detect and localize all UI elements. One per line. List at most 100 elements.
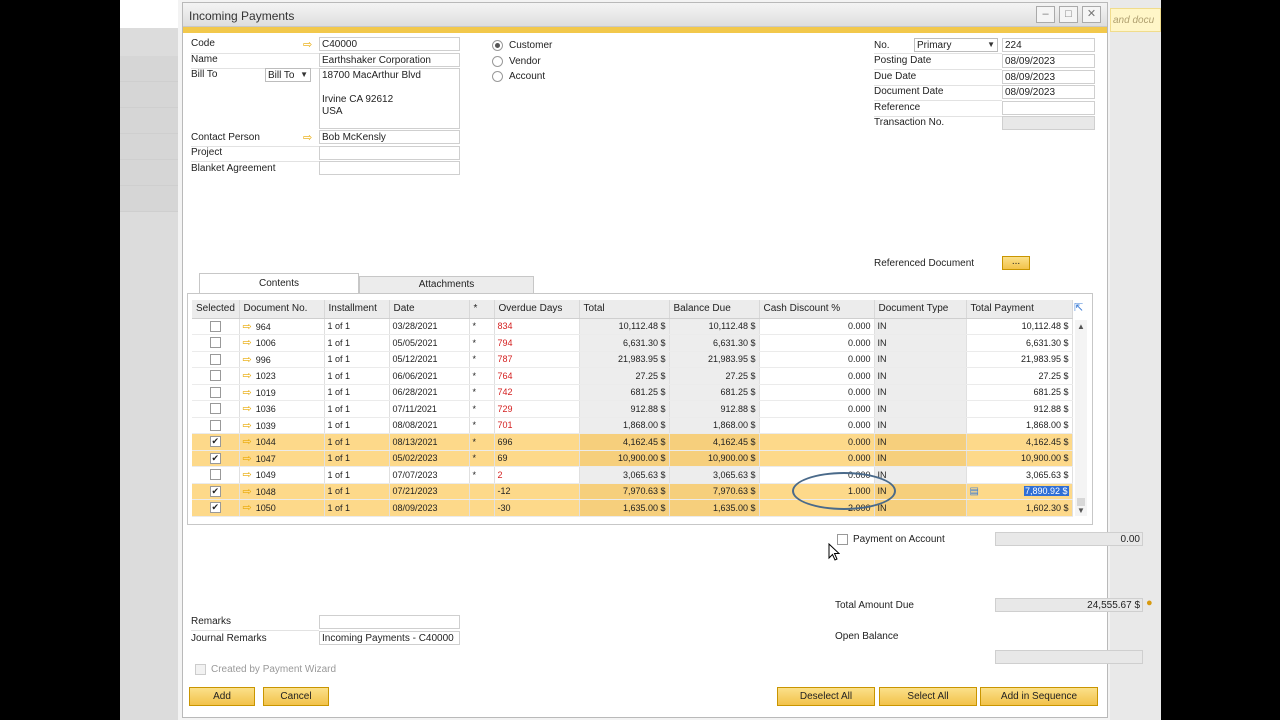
account-radio[interactable] [492,71,503,82]
selected-cell[interactable]: ✔ [192,433,240,451]
document-number-cell[interactable]: ⇨ 1006 [239,334,325,352]
link-arrow-icon[interactable]: ⇨ [243,387,252,399]
table-row[interactable]: ✔ ⇨ 1050 1 of 1 08/09/2023 -30 1,635.00 $1,635… [192,499,1073,517]
posting-date-field[interactable]: 08/09/2023 [1002,54,1095,68]
total-payment-cell[interactable]: 10,900.00 $ [966,450,1073,467]
row-select-checkbox[interactable] [209,469,221,481]
left-panel-item[interactable] [120,134,178,160]
column-header[interactable]: * [469,300,495,319]
document-date-field[interactable]: 08/09/2023 [1002,85,1095,99]
link-arrow-icon[interactable]: ⇨ [243,321,252,333]
select-all-button[interactable]: Select All [879,687,977,706]
link-arrow-icon[interactable]: ⇨ [243,469,252,481]
row-select-checkbox[interactable] [209,353,221,365]
selected-cell[interactable]: ✔ [192,483,240,500]
column-header[interactable]: Cash Discount % [759,300,875,319]
row-select-checkbox[interactable] [209,419,221,431]
table-row[interactable]: ⇨ 1049 1 of 1 07/07/2023 * 2 3,065.63 $3,065.6… [192,466,1073,484]
link-arrow-icon[interactable]: ⇨ [243,453,252,465]
expand-icon[interactable]: ⇱ [1074,301,1083,314]
link-arrow-icon[interactable]: ⇨ [243,420,252,432]
cash-discount-cell[interactable]: 1.000 [759,483,875,500]
cash-discount-cell[interactable]: 2.000 [759,499,875,517]
column-header[interactable]: Document No. [239,300,325,319]
column-header[interactable]: Date [389,300,470,319]
row-select-checkbox[interactable] [209,337,221,349]
add-button[interactable]: Add [189,687,255,706]
cash-discount-cell[interactable]: 0.000 [759,400,875,418]
link-arrow-icon[interactable]: ⇨ [243,486,252,498]
total-payment-cell[interactable]: 3,065.63 $ [966,466,1073,484]
total-payment-cell[interactable]: 912.88 $ [966,400,1073,418]
left-panel-item[interactable] [120,160,178,186]
cash-discount-cell[interactable]: 0.000 [759,334,875,352]
table-row[interactable]: ⇨ 996 1 of 1 05/12/2021 * 787 21,983.95 $21,98… [192,351,1073,368]
project-field[interactable] [319,146,460,160]
table-row[interactable]: ⇨ 1006 1 of 1 05/05/2021 * 794 6,631.30 $6,631… [192,334,1073,352]
document-number-cell[interactable]: ⇨ 964 [239,318,325,335]
cash-discount-cell[interactable]: 0.000 [759,466,875,484]
selected-cell[interactable] [192,466,240,484]
cash-discount-cell[interactable]: 0.000 [759,450,875,467]
cancel-button[interactable]: Cancel [263,687,329,706]
column-header[interactable]: Document Type [874,300,967,319]
row-select-checkbox[interactable]: ✔ [209,452,221,464]
link-arrow-icon[interactable]: ⇨ [243,436,252,448]
tab-contents[interactable]: Contents [199,273,359,293]
column-header[interactable]: Balance Due [669,300,760,319]
title-bar[interactable]: Incoming Payments – □ ✕ [183,3,1107,27]
left-panel-item[interactable] [120,186,178,212]
deselect-all-button[interactable]: Deselect All [777,687,875,706]
column-header[interactable]: Total Payment [966,300,1073,319]
total-payment-cell[interactable]: 6,631.30 $ [966,334,1073,352]
cash-discount-cell[interactable]: 0.000 [759,417,875,434]
add-in-sequence-button[interactable]: Add in Sequence [980,687,1098,706]
scroll-thumb[interactable] [1077,498,1085,506]
cash-discount-cell[interactable]: 0.000 [759,384,875,401]
row-select-checkbox[interactable]: ✔ [209,502,221,514]
document-number-cell[interactable]: ⇨ 1048 [239,483,325,500]
customer-radio[interactable] [492,40,503,51]
cash-discount-cell[interactable]: 0.000 [759,351,875,368]
document-number-cell[interactable]: ⇨ 1019 [239,384,325,401]
maximize-icon[interactable]: □ [1059,6,1078,23]
left-panel-item[interactable] [120,82,178,108]
journal-remarks-field[interactable]: Incoming Payments - C40000 [319,631,460,645]
table-row[interactable]: ⇨ 1039 1 of 1 08/08/2021 * 701 1,868.00 $1,868… [192,417,1073,434]
column-header[interactable]: Total [579,300,670,319]
table-row[interactable]: ✔ ⇨ 1044 1 of 1 08/13/2021 * 696 4,162.45 $4,16… [192,433,1073,451]
referenced-document-button[interactable]: ... [1002,256,1030,270]
billto-select[interactable]: Bill To ▼ [265,68,311,82]
link-arrow-icon[interactable]: ⇨ [243,403,252,415]
column-header[interactable]: Installment [324,300,390,319]
selected-cell[interactable] [192,400,240,418]
document-number-cell[interactable]: ⇨ 1036 [239,400,325,418]
column-header[interactable]: Overdue Days [494,300,580,319]
document-number-cell[interactable]: ⇨ 1044 [239,433,325,451]
row-select-checkbox[interactable] [209,320,221,332]
table-row[interactable]: ⇨ 1019 1 of 1 06/28/2021 * 742 681.25 $681.25 … [192,384,1073,401]
customer-radio-label[interactable]: Customer [509,40,552,51]
link-arrow-icon[interactable]: ⇨ [243,337,252,349]
grid-scrollbar[interactable]: ▲ ▼ [1075,320,1087,516]
document-number-cell[interactable]: ⇨ 1047 [239,450,325,467]
blanket-agreement-field[interactable] [319,161,460,175]
total-payment-cell[interactable]: 1,868.00 $ [966,417,1073,434]
series-select[interactable]: Primary ▼ [914,38,998,52]
total-payment-cell[interactable]: 1,602.30 $ [966,499,1073,517]
contact-field[interactable]: Bob McKensly [319,130,460,144]
account-radio-label[interactable]: Account [509,71,545,82]
selected-cell[interactable] [192,334,240,352]
table-row[interactable]: ⇨ 1036 1 of 1 07/11/2021 * 729 912.88 $912.88 … [192,400,1073,418]
code-field[interactable]: C40000 [319,37,460,51]
row-select-checkbox[interactable] [209,403,221,415]
total-payment-cell[interactable]: 10,112.48 $ [966,318,1073,335]
tab-attachments[interactable]: Attachments [359,276,534,293]
cash-discount-cell[interactable]: 0.000 [759,367,875,385]
link-arrow-icon[interactable]: ⇨ [243,502,252,514]
calculator-icon[interactable]: ▤ [970,486,979,497]
scroll-up-icon[interactable]: ▲ [1077,322,1085,331]
total-payment-input[interactable]: 7,890.92 $ [1023,485,1069,496]
selected-cell[interactable]: ✔ [192,450,240,467]
link-arrow-icon[interactable]: ⇨ [243,354,252,366]
